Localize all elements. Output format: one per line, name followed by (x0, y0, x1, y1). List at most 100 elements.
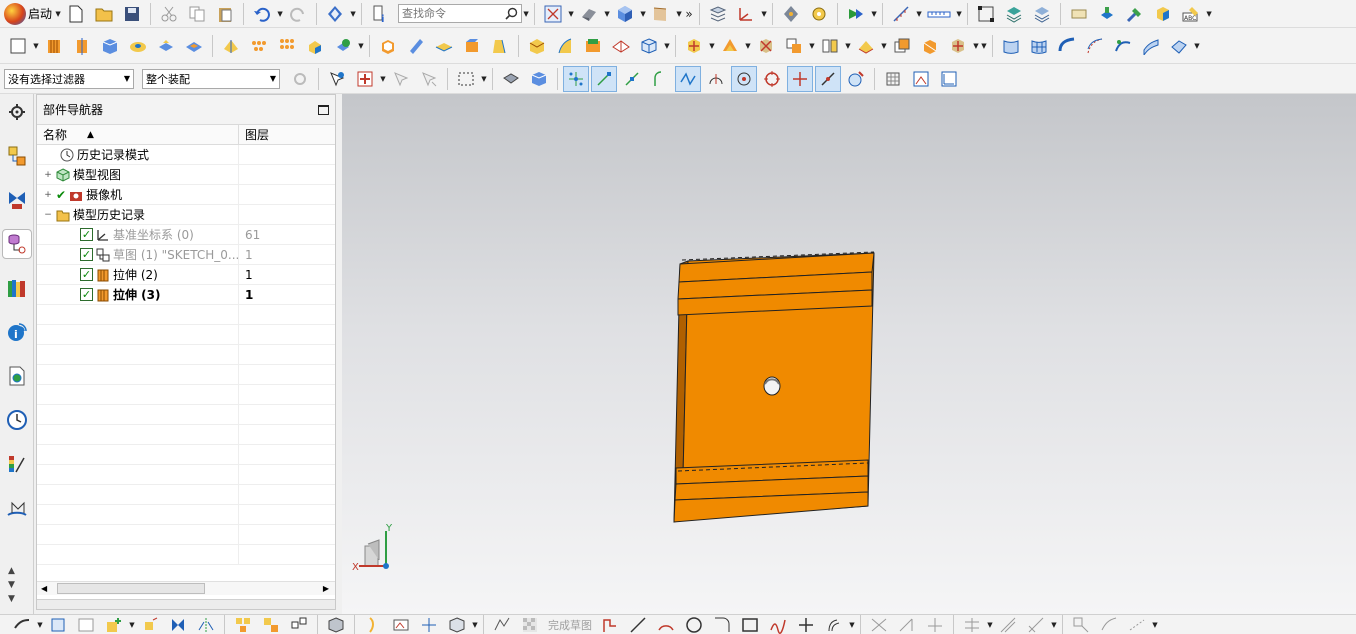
select-chain-button[interactable] (417, 67, 441, 91)
fillet-button[interactable] (710, 616, 734, 634)
visibility-checkbox[interactable]: ✓ (80, 268, 93, 281)
scrollbar-thumb[interactable] (57, 583, 205, 594)
add-component-button[interactable] (102, 616, 126, 634)
block-button[interactable] (98, 34, 122, 58)
start-button[interactable]: 启动 ▼ (4, 2, 62, 25)
tree-row-datum-csys[interactable]: ✓ 基准坐标系 (0) 61 (37, 225, 335, 245)
visibility-checkbox[interactable]: ✓ (80, 248, 93, 261)
animate-dimension-button[interactable] (1097, 616, 1121, 634)
replace-component-button[interactable] (259, 616, 283, 634)
hole-button[interactable] (126, 34, 150, 58)
chevron-down-icon[interactable]: ▼ (675, 10, 683, 18)
convert-reference-button[interactable] (1125, 616, 1149, 634)
command-search[interactable] (398, 4, 523, 23)
tree-row-history-mode[interactable]: 历史记录模式 (37, 145, 335, 165)
expand-plus-icon[interactable]: + (43, 170, 53, 180)
profile-button[interactable] (598, 616, 622, 634)
assembly-navigator-tab[interactable] (3, 142, 31, 170)
edit-cross-section-button[interactable] (946, 34, 970, 58)
subtract-button[interactable] (331, 34, 355, 58)
command-search-input[interactable] (402, 7, 499, 20)
pattern-button[interactable] (247, 34, 271, 58)
mid-point-toggle[interactable] (620, 67, 644, 91)
swept-button[interactable] (1055, 34, 1079, 58)
chevron-down-icon[interactable]: ▼ (379, 75, 387, 83)
chevron-down-icon[interactable]: ▼ (639, 10, 647, 18)
move-component-button[interactable] (138, 616, 162, 634)
snap-point-button[interactable] (779, 2, 803, 26)
constraint-navigator-tab[interactable] (3, 186, 31, 214)
dimension-button[interactable] (889, 2, 913, 26)
chevron-down-icon[interactable]: ▼ (471, 621, 479, 629)
layer-settings-button[interactable] (706, 2, 730, 26)
resize-face-button[interactable] (818, 34, 842, 58)
stack-button[interactable] (1002, 2, 1026, 26)
column-name-header[interactable]: 名称 ▲ (37, 125, 239, 144)
snap-to-grid-toggle[interactable] (909, 67, 933, 91)
chevron-down-icon[interactable]: ▼ (848, 621, 856, 629)
system-visualization-tab[interactable] (3, 450, 31, 478)
chevron-down-icon[interactable]: ▼ (349, 10, 357, 18)
dimension-constraint-button[interactable] (960, 616, 984, 634)
roles-tab[interactable] (3, 494, 31, 522)
chevron-down-icon[interactable]: ▼ (986, 621, 994, 629)
cut-button[interactable] (157, 2, 181, 26)
revolve-button[interactable] (70, 34, 94, 58)
wave-link-button[interactable] (287, 616, 311, 634)
undo-button[interactable] (250, 2, 274, 26)
sketch-button[interactable] (6, 34, 30, 58)
unite-button[interactable] (303, 34, 327, 58)
history-tab[interactable] (3, 406, 31, 434)
column-layer-header[interactable]: 图层 (239, 125, 335, 144)
thicken-button[interactable] (553, 34, 577, 58)
pattern-feature-button[interactable] (275, 34, 299, 58)
scroll-left-icon[interactable]: ◀ (41, 584, 47, 593)
chevron-down-icon[interactable]: ▼ (522, 10, 530, 18)
layer-move-button[interactable] (1030, 2, 1054, 26)
offset-curve-button[interactable] (822, 616, 846, 634)
auto-constrain-button[interactable] (1024, 616, 1048, 634)
existing-point-toggle[interactable] (787, 65, 813, 92)
tree-row-sketch[interactable]: ✓ 草图 (1) "SKETCH_0... 1 (37, 245, 335, 265)
extrude-button[interactable] (42, 34, 66, 58)
offset-region-button[interactable] (854, 34, 878, 58)
quick-extend-button[interactable] (895, 616, 919, 634)
sketch-settings-button[interactable] (10, 616, 34, 634)
mesh-surface-button[interactable] (1027, 34, 1051, 58)
make-corner-button[interactable] (923, 616, 947, 634)
draft-button[interactable] (488, 34, 512, 58)
tree-row-extrude-2[interactable]: ✓ 拉伸 (2) 1 (37, 265, 335, 285)
control-point-toggle[interactable] (648, 67, 672, 91)
type-filter-dropdown[interactable]: 没有选择过滤器 ▼ (4, 68, 134, 89)
point-tool-button[interactable] (794, 616, 818, 634)
chevron-down-icon[interactable]: ▼ (1050, 621, 1058, 629)
selection-scope-dropdown[interactable]: 整个装配 ▼ (142, 68, 280, 89)
chevron-down-icon[interactable]: ▼ (1193, 42, 1201, 50)
exploded-view-button[interactable] (324, 616, 348, 634)
show-constraints-button[interactable] (1069, 616, 1093, 634)
horizontal-scrollbar[interactable]: ◀ ▶ (37, 581, 335, 595)
tree-row-extrude-3[interactable]: ✓ 拉伸 (3) 1 (37, 285, 335, 305)
chevron-down-icon[interactable]: ▼ (915, 10, 923, 18)
maximize-icon[interactable] (318, 104, 329, 115)
measure-button[interactable] (925, 2, 953, 26)
scroll-down-icon[interactable]: ▼ (8, 578, 15, 592)
visibility-checkbox[interactable]: ✓ (80, 288, 93, 301)
copy-button[interactable] (185, 2, 209, 26)
point-on-surface-toggle[interactable] (844, 67, 868, 91)
save-button[interactable] (120, 2, 144, 26)
circle-center-toggle[interactable] (731, 65, 757, 92)
tree-row-cameras[interactable]: + ✔ 摄像机 (37, 185, 335, 205)
chevron-down-icon[interactable]: ▼ (276, 10, 284, 18)
constraint-button[interactable] (166, 616, 190, 634)
chevron-down-icon[interactable]: ▼ (880, 42, 888, 50)
assembly-tool-button[interactable] (1095, 2, 1119, 26)
geometric-constraint-button[interactable] (996, 616, 1020, 634)
scroll-tool-button[interactable] (1067, 2, 1091, 26)
chevron-down-icon[interactable]: ▼ (844, 42, 852, 50)
web-browser-tab[interactable] (3, 362, 31, 390)
deselect-button[interactable] (389, 67, 413, 91)
studio-surface-button[interactable] (1111, 34, 1135, 58)
sew-button[interactable] (609, 34, 633, 58)
finish-sketch-icon-button[interactable] (490, 616, 514, 634)
